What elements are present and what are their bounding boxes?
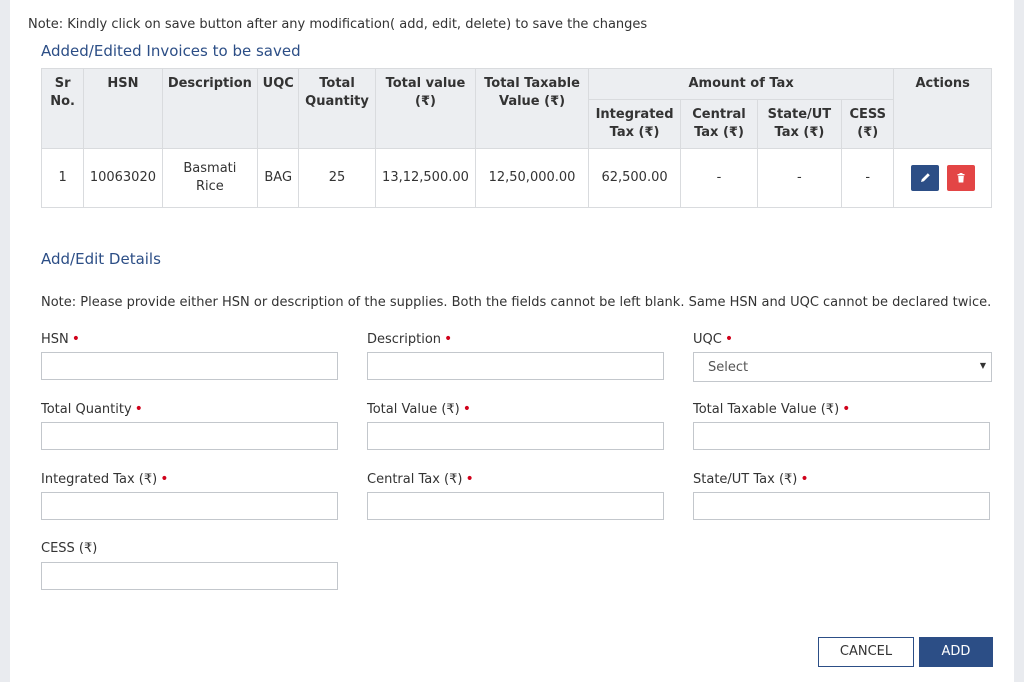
cell-total-value: 13,12,500.00 [374,148,477,208]
state-tax-input[interactable] [693,492,990,520]
total-value-label: Total Value (₹) • [367,401,471,417]
add-button[interactable]: ADD [919,637,993,667]
integrated-tax-label: Integrated Tax (₹) • [41,471,168,487]
required-marker: • [842,401,851,417]
col-total-quantity: Total Quantity [298,68,376,149]
total-value-label-text: Total Value (₹) [367,402,460,417]
uqc-selected-value: Select [708,360,749,375]
central-tax-label-text: Central Tax (₹) [367,472,463,487]
hsn-input[interactable] [41,352,338,380]
col-sr: Sr No. [40,68,85,149]
description-input[interactable] [367,352,664,380]
form-title: Add/Edit Details [41,250,161,268]
uqc-label: UQC • [693,331,733,347]
uqc-label-text: UQC [693,332,722,347]
form-note: Note: Please provide either HSN or descr… [41,295,992,310]
col-cess: CESS (₹) [841,99,895,149]
required-marker: • [444,331,453,347]
required-marker: • [724,331,734,347]
total-taxable-input[interactable] [693,422,990,450]
col-integrated: Integrated Tax (₹) [587,99,682,149]
central-tax-input[interactable] [367,492,664,520]
required-marker: • [134,401,143,417]
cell-sr: 1 [40,148,85,208]
total-taxable-label: Total Taxable Value (₹) • [693,401,850,417]
col-description: Description [161,68,259,149]
required-marker: • [800,471,809,487]
total-quantity-label: Total Quantity • [41,401,143,417]
edit-button[interactable] [910,165,939,191]
cell-uqc: BAG [257,148,300,208]
invoices-title: Added/Edited Invoices to be saved [41,42,301,60]
integrated-tax-input[interactable] [41,492,338,520]
hsn-label: HSN • [41,331,80,347]
col-actions: Actions [893,68,992,149]
description-label: Description • [367,331,452,347]
integrated-tax-label-text: Integrated Tax (₹) [41,472,158,487]
pencil-icon [920,173,930,182]
cell-state: - [756,148,843,208]
required-marker: • [71,331,81,347]
cell-cess: - [841,148,895,208]
col-hsn: HSN [83,68,163,149]
cell-description: Basmati Rice [161,148,259,208]
required-marker: • [465,471,474,487]
state-tax-label-text: State/UT Tax (₹) [693,472,798,487]
cess-input[interactable] [41,562,338,590]
cell-total-taxable: 12,50,000.00 [475,148,589,208]
cell-actions [893,148,992,208]
total-quantity-label-text: Total Quantity [41,402,132,417]
hsn-label-text: HSN [41,332,69,347]
required-marker: • [462,401,472,417]
col-total-taxable: Total Taxable Value (₹) [475,68,589,149]
total-value-input[interactable] [367,422,664,450]
col-uqc: UQC [257,68,300,149]
cell-central: - [680,148,758,208]
col-amount-of-tax: Amount of Tax [587,68,895,100]
cancel-button[interactable]: CANCEL [818,637,914,667]
save-note: Note: Kindly click on save button after … [28,17,648,32]
total-taxable-label-text: Total Taxable Value (₹) [693,402,840,417]
chevron-down-icon: ▼ [979,361,986,370]
delete-button[interactable] [946,165,975,191]
required-marker: • [160,471,169,487]
col-central: Central Tax (₹) [680,99,758,149]
cell-hsn: 10063020 [83,148,163,208]
state-tax-label: State/UT Tax (₹) • [693,471,809,487]
col-state: State/UT Tax (₹) [756,99,843,149]
description-label-text: Description [367,332,442,347]
invoices-table: Sr No. HSN Description UQC Total Quantit… [40,68,992,208]
uqc-select[interactable]: Select ▼ [693,352,992,382]
total-quantity-input[interactable] [41,422,338,450]
main-panel: Note: Kindly click on save button after … [10,0,1014,682]
col-total-value: Total value (₹) [374,68,477,149]
trash-icon [957,173,965,183]
central-tax-label: Central Tax (₹) • [367,471,474,487]
cell-total-quantity: 25 [298,148,376,208]
cell-integrated: 62,500.00 [587,148,682,208]
table-row: 1 10063020 Basmati Rice BAG 25 13,12,500… [40,148,992,208]
cess-label: CESS (₹) [41,541,98,556]
